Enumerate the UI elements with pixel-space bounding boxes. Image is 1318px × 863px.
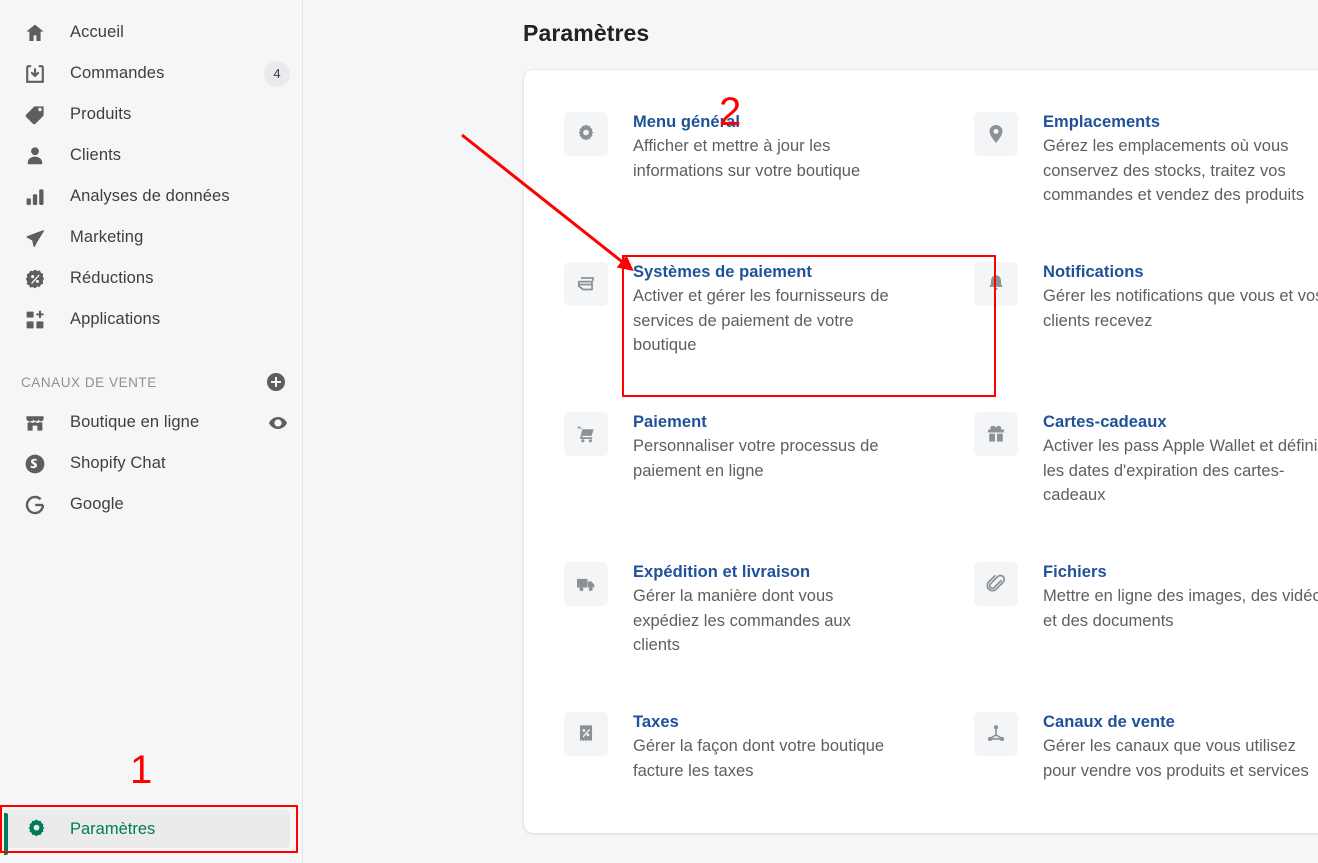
sidebar-item-clients[interactable]: Clients <box>0 135 302 176</box>
orders-count-badge: 4 <box>264 60 290 87</box>
sidebar-item-parametres[interactable]: Paramètres <box>4 810 290 855</box>
settings-entry-fichiers[interactable]: Fichiers Mettre en ligne des images, des… <box>974 556 1318 706</box>
sidebar-item-marketing[interactable]: Marketing <box>0 217 302 258</box>
entry-description: Activer les pass Apple Wallet et définir… <box>1043 437 1318 505</box>
sales-channels-list: Boutique en ligne Shopify Chat Google <box>0 402 302 525</box>
google-g-icon <box>22 492 48 518</box>
main-content: Paramètres Menu général Afficher et mett… <box>303 0 1318 863</box>
apps-grid-plus-icon <box>22 307 48 333</box>
sidebar-item-label: Applications <box>70 310 161 328</box>
plus-circle-icon[interactable] <box>264 370 288 394</box>
entry-text: Canaux de vente Gérer les canaux que vou… <box>1043 710 1318 783</box>
entry-description: Gérer la manière dont vous expédiez les … <box>633 587 851 655</box>
active-accent-bar <box>4 813 8 855</box>
annotation-box-payment-systems <box>622 255 996 397</box>
settings-entry-cartes-cadeaux[interactable]: Cartes-cadeaux Activer les pass Apple Wa… <box>974 406 1318 556</box>
entry-title[interactable]: Fichiers <box>1043 561 1318 583</box>
entry-text: Notifications Gérer les notifications qu… <box>1043 260 1318 333</box>
sidebar-item-label: Paramètres <box>70 819 156 838</box>
sidebar-item-applications[interactable]: Applications <box>0 299 302 340</box>
payment-card-icon <box>564 262 608 306</box>
sidebar-item-commandes[interactable]: Commandes 4 <box>0 53 302 94</box>
entry-description: Afficher et mettre à jour les informatio… <box>633 137 861 180</box>
entry-description: Personnaliser votre processus de paiemen… <box>633 437 879 480</box>
analytics-bars-icon <box>22 184 48 210</box>
sidebar-item-label: Produits <box>70 105 132 123</box>
settings-entry-canaux-de-vente[interactable]: Canaux de vente Gérer les canaux que vou… <box>974 706 1318 833</box>
sidebar-item-label: Clients <box>70 146 122 164</box>
entry-description: Gérer les canaux que vous utilisez pour … <box>1043 737 1309 780</box>
settings-entry-expedition-et-livraison[interactable]: Expédition et livraison Gérer la manière… <box>564 556 964 706</box>
gear-icon <box>23 816 49 842</box>
sales-channels-section-title: Canaux de vente <box>21 374 157 390</box>
settings-nav-wrapper: Paramètres <box>0 805 298 855</box>
product-tag-icon <box>22 102 48 128</box>
sidebar-item-label: Accueil <box>70 23 124 41</box>
sidebar-nav-list: Accueil Commandes 4 Produits Clients Ana… <box>0 0 302 340</box>
entry-title[interactable]: Canaux de vente <box>1043 711 1318 733</box>
sidebar-item-label: Shopify Chat <box>70 454 166 472</box>
discount-percent-icon <box>22 266 48 292</box>
entry-title[interactable]: Notifications <box>1043 261 1318 283</box>
delivery-truck-icon <box>564 562 608 606</box>
entry-title[interactable]: Taxes <box>633 711 901 733</box>
gift-icon <box>974 412 1018 456</box>
customer-person-icon <box>22 143 48 169</box>
sidebar-item-label: Analyses de données <box>70 187 230 205</box>
sidebar-item-label: Boutique en ligne <box>70 413 200 431</box>
sidebar-item-google[interactable]: Google <box>0 484 302 525</box>
paperclip-icon <box>974 562 1018 606</box>
app-root: Accueil Commandes 4 Produits Clients Ana… <box>0 0 1318 863</box>
entry-description: Mettre en ligne des images, des vidéos e… <box>1043 587 1318 630</box>
eye-icon[interactable] <box>266 411 290 435</box>
entry-text: Emplacements Gérez les emplacements où v… <box>1043 110 1318 207</box>
sidebar-item-shopify-chat[interactable]: Shopify Chat <box>0 443 302 484</box>
entry-text: Expédition et livraison Gérer la manière… <box>633 560 901 657</box>
entry-title[interactable]: Menu général <box>633 111 901 133</box>
entry-title[interactable]: Cartes-cadeaux <box>1043 411 1318 433</box>
sales-channels-section-header: Canaux de vente <box>0 362 302 402</box>
orders-inbox-icon <box>22 61 48 87</box>
sidebar-item-boutique-en-ligne[interactable]: Boutique en ligne <box>0 402 302 443</box>
entry-text: Menu général Afficher et mettre à jour l… <box>633 110 901 183</box>
settings-entry-menu-general[interactable]: Menu général Afficher et mettre à jour l… <box>564 106 964 256</box>
settings-entry-paiement[interactable]: Paiement Personnaliser votre processus d… <box>564 406 964 556</box>
sidebar-item-label: Réductions <box>70 269 154 287</box>
entry-title[interactable]: Paiement <box>633 411 901 433</box>
annotation-step-1: 1 <box>130 748 153 792</box>
sidebar-item-label: Google <box>70 495 124 513</box>
settings-card: Menu général Afficher et mettre à jour l… <box>524 70 1318 833</box>
entry-title[interactable]: Emplacements <box>1043 111 1318 133</box>
sidebar: Accueil Commandes 4 Produits Clients Ana… <box>0 0 303 863</box>
sales-channel-nodes-icon <box>974 712 1018 756</box>
entry-description: Gérer les notifications que vous et vos … <box>1043 287 1318 330</box>
sidebar-item-label: Marketing <box>70 228 144 246</box>
annotation-step-2: 2 <box>719 90 742 134</box>
settings-entry-emplacements[interactable]: Emplacements Gérez les emplacements où v… <box>974 106 1318 256</box>
sidebar-item-label: Commandes <box>70 64 165 82</box>
entry-description: Gérez les emplacements où vous conservez… <box>1043 137 1305 205</box>
shopify-chat-icon <box>22 451 48 477</box>
home-icon <box>22 20 48 46</box>
megaphone-icon <box>22 225 48 251</box>
entry-title[interactable]: Expédition et livraison <box>633 561 901 583</box>
settings-entry-notifications[interactable]: Notifications Gérer les notifications qu… <box>974 256 1318 406</box>
settings-grid: Menu général Afficher et mettre à jour l… <box>524 70 1318 833</box>
entry-text: Fichiers Mettre en ligne des images, des… <box>1043 560 1318 633</box>
sidebar-item-analyses[interactable]: Analyses de données <box>0 176 302 217</box>
tax-receipt-icon <box>564 712 608 756</box>
sidebar-item-reductions[interactable]: Réductions <box>0 258 302 299</box>
entry-text: Taxes Gérer la façon dont votre boutique… <box>633 710 901 783</box>
page-title: Paramètres <box>523 20 650 46</box>
entry-text: Cartes-cadeaux Activer les pass Apple Wa… <box>1043 410 1318 507</box>
gear-icon <box>564 112 608 156</box>
sidebar-item-accueil[interactable]: Accueil <box>0 12 302 53</box>
shopping-cart-icon <box>564 412 608 456</box>
storefront-icon <box>22 410 48 436</box>
settings-entry-taxes[interactable]: Taxes Gérer la façon dont votre boutique… <box>564 706 964 833</box>
entry-text: Paiement Personnaliser votre processus d… <box>633 410 901 483</box>
location-pin-icon <box>974 112 1018 156</box>
entry-description: Gérer la façon dont votre boutique factu… <box>633 737 885 780</box>
sidebar-item-produits[interactable]: Produits <box>0 94 302 135</box>
